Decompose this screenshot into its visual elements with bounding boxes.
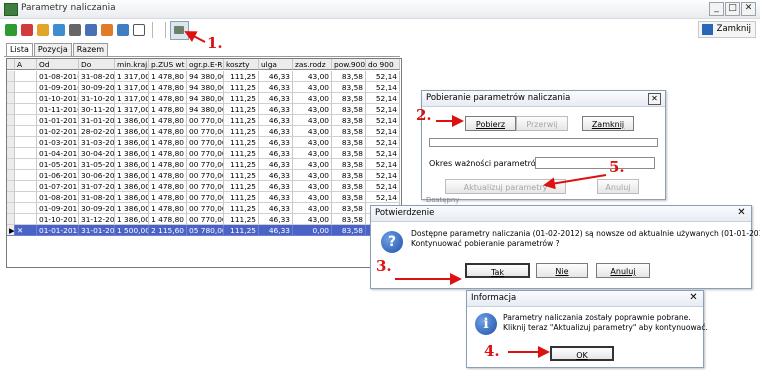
arrow-5	[543, 174, 607, 190]
annotation-2: 2.	[416, 106, 432, 124]
annotation-arrows	[184, 31, 607, 358]
annotation-5: 5.	[609, 158, 625, 176]
annotation-3: 3.	[376, 257, 392, 275]
annotation-4: 4.	[484, 342, 500, 360]
annotation-1: 1.	[207, 34, 223, 52]
main-window: Parametry naliczania _ □ ✕ Zamknij Lista…	[0, 0, 760, 370]
arrow-1	[184, 31, 206, 43]
